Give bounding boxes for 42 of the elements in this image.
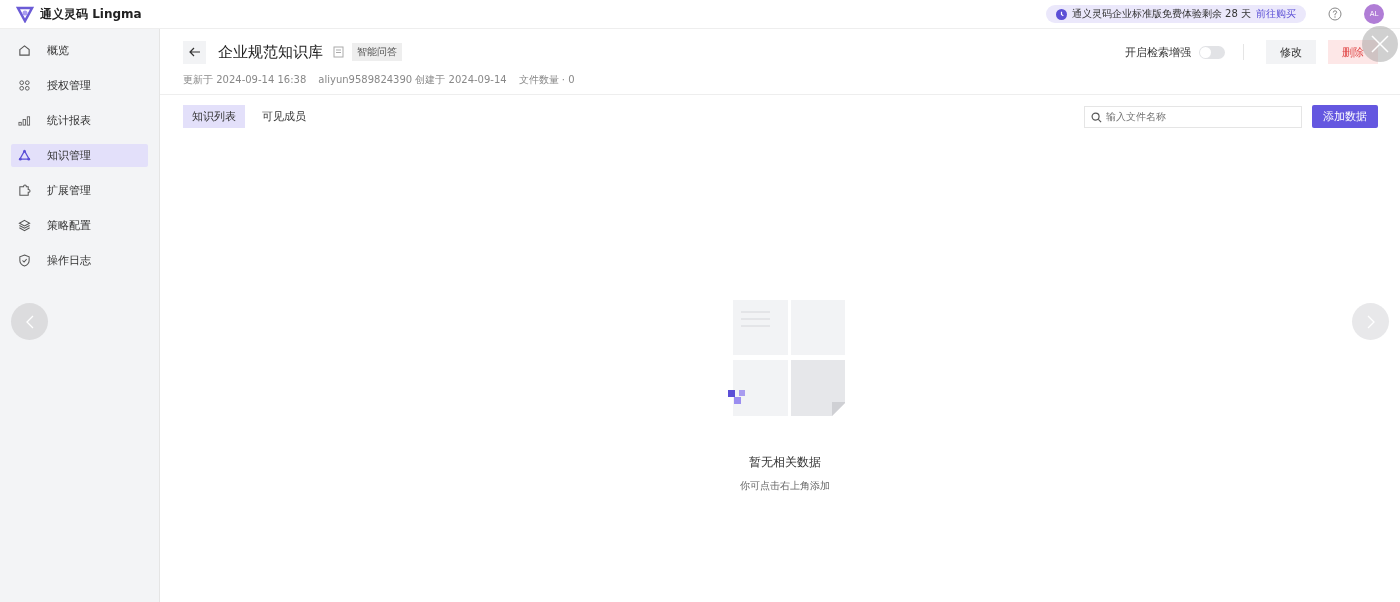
grid-icon [18, 79, 31, 92]
chevron-left-icon [24, 314, 35, 329]
bar-chart-icon [18, 114, 31, 127]
add-data-button[interactable]: 添加数据 [1312, 105, 1378, 128]
back-button[interactable] [183, 40, 206, 64]
puzzle-icon [18, 184, 31, 197]
updated-text: 更新于 2024-09-14 16:38 [183, 73, 307, 87]
sidebar-item[interactable]: 操作日志 [11, 249, 148, 272]
layers-icon [18, 219, 31, 232]
tab[interactable]: 可见成员 [253, 105, 315, 128]
close-button[interactable] [1362, 26, 1398, 62]
page-title: 企业规范知识库 [218, 42, 323, 62]
sidebar-item[interactable]: 授权管理 [11, 74, 148, 97]
tab[interactable]: 知识列表 [183, 105, 245, 128]
document-icon [333, 46, 344, 58]
shield-icon [18, 254, 31, 267]
created-text: aliyun9589824390 创建于 2024-09-14 [318, 73, 507, 87]
back-arrow-icon [188, 47, 201, 57]
empty-hint: 你可点击右上角添加 [740, 479, 830, 493]
clock-icon [1055, 8, 1067, 20]
buy-link[interactable]: 前往购买 [1256, 7, 1296, 21]
triangle-nodes-icon [18, 149, 31, 162]
sidebar-item[interactable]: 知识管理 [11, 144, 148, 167]
app-name: 通义灵码 Lingma [40, 5, 142, 23]
sidebar-item[interactable]: 统计报表 [11, 109, 148, 132]
edit-button[interactable]: 修改 [1266, 40, 1316, 64]
toggle-label: 开启检索增强 [1125, 44, 1191, 60]
file-count: 文件数量 · 0 [518, 73, 575, 87]
search-field[interactable]: 输入文件名称 [1084, 105, 1302, 128]
sidebar-item[interactable]: 概览 [11, 39, 148, 62]
empty-title: 暂无相关数据 [749, 454, 821, 471]
toggle-switch[interactable] [1199, 45, 1225, 59]
logo-icon [16, 5, 34, 23]
sidebar-item[interactable]: 策略配置 [11, 214, 148, 237]
search-icon [1091, 111, 1102, 123]
delete-button[interactable]: 删除 [1328, 40, 1378, 64]
trial-text: 通义灵码企业标准版免费体验剩余 28 天 [1071, 7, 1251, 21]
help-icon[interactable] [1328, 7, 1342, 21]
home-icon [18, 44, 31, 57]
sidebar-item[interactable]: 扩展管理 [11, 179, 148, 202]
tag-label: 智能问答 [352, 43, 402, 61]
close-icon [1370, 34, 1390, 54]
